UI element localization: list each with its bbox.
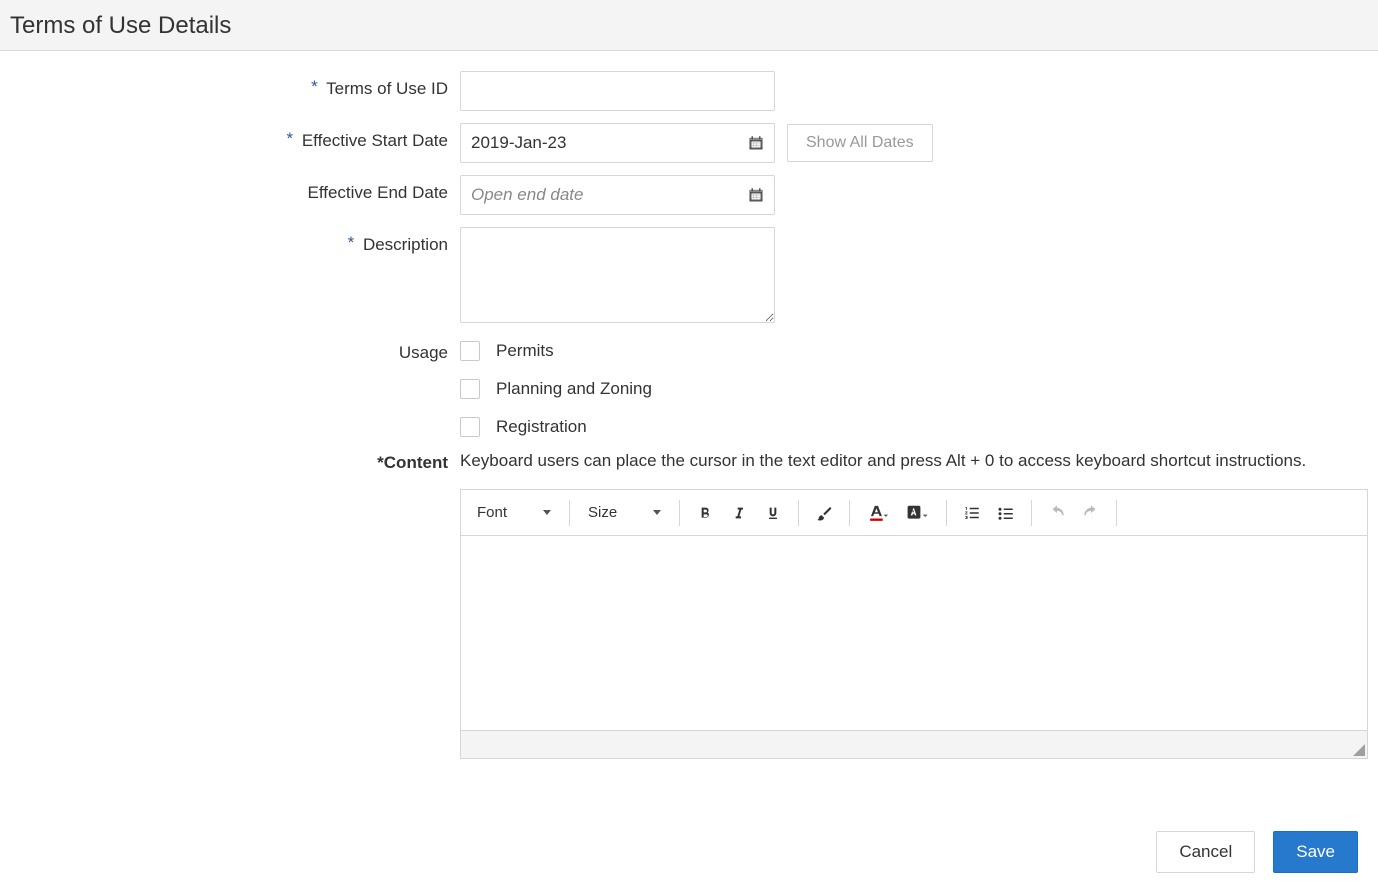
editor-toolbar: Font Size [461,490,1367,536]
checkbox-label: Registration [496,417,587,437]
numbered-list-button[interactable] [957,498,987,528]
row-effective-end-date: Effective End Date [0,175,1378,215]
toolbar-separator [679,500,680,526]
italic-button[interactable] [724,498,754,528]
redo-button[interactable] [1076,498,1106,528]
row-effective-start-date: * Effective Start Date [0,123,1378,163]
toolbar-separator [569,500,570,526]
paint-brush-button[interactable] [809,498,839,528]
resize-handle-icon[interactable] [1353,744,1365,756]
underline-button[interactable] [758,498,788,528]
effective-start-date-input[interactable] [461,124,738,162]
row-terms-of-use-id: * Terms of Use ID [0,71,1378,111]
bold-button[interactable] [690,498,720,528]
bulleted-list-button[interactable] [991,498,1021,528]
label-text: Content [384,453,448,472]
rich-text-editor: Font Size [460,489,1368,759]
required-marker: * [348,233,355,252]
description-textarea[interactable] [460,227,775,323]
text-color-button[interactable] [860,498,896,528]
checkbox-label: Planning and Zoning [496,379,652,399]
toolbar-separator [1031,500,1032,526]
chevron-down-icon [653,510,661,515]
required-marker: * [377,453,384,472]
size-dropdown-label: Size [588,504,617,521]
label-description: * Description [0,227,460,255]
row-usage: Usage Permits Planning and Zoning Regist… [0,335,1378,437]
label-content: *Content [0,451,460,473]
checkbox-label: Permits [496,341,554,361]
checkbox-planning-zoning[interactable] [460,379,480,399]
label-usage: Usage [0,335,460,363]
show-all-dates-button[interactable]: Show All Dates [787,124,933,162]
terms-of-use-id-input[interactable] [460,71,775,111]
font-dropdown[interactable]: Font [469,500,559,525]
required-marker: * [311,77,318,96]
effective-start-date-field[interactable] [460,123,775,163]
calendar-icon[interactable] [738,176,774,214]
usage-option-permits: Permits [460,341,652,361]
checkbox-permits[interactable] [460,341,480,361]
effective-end-date-input[interactable] [461,176,738,214]
content-keyboard-hint: Keyboard users can place the cursor in t… [460,451,1306,471]
effective-end-date-field[interactable] [460,175,775,215]
usage-checkbox-group: Permits Planning and Zoning Registration [460,335,652,437]
checkbox-registration[interactable] [460,417,480,437]
label-text: Usage [399,343,448,362]
label-text: Description [363,235,448,254]
undo-button[interactable] [1042,498,1072,528]
toolbar-separator [798,500,799,526]
background-color-button[interactable] [900,498,936,528]
toolbar-separator [1116,500,1117,526]
page-title: Terms of Use Details [10,12,1368,40]
toolbar-separator [946,500,947,526]
label-text: Terms of Use ID [326,79,448,98]
label-effective-start-date: * Effective Start Date [0,123,460,151]
toolbar-separator [849,500,850,526]
size-dropdown[interactable]: Size [580,500,669,525]
editor-footer [461,730,1367,758]
usage-option-planning-zoning: Planning and Zoning [460,379,652,399]
calendar-icon[interactable] [738,124,774,162]
save-button[interactable]: Save [1273,831,1358,873]
label-text: Effective Start Date [302,131,448,150]
editor-content-area[interactable] [461,536,1367,730]
footer-actions: Cancel Save [0,801,1368,883]
usage-option-registration: Registration [460,417,652,437]
chevron-down-icon [543,510,551,515]
page-header: Terms of Use Details [0,0,1378,51]
form: * Terms of Use ID * Effective Start Date [0,51,1378,801]
row-content: *Content Keyboard users can place the cu… [0,451,1378,759]
label-text: Effective End Date [308,183,449,202]
label-effective-end-date: Effective End Date [0,175,460,203]
font-dropdown-label: Font [477,504,507,521]
label-terms-of-use-id: * Terms of Use ID [0,71,460,99]
row-description: * Description [0,227,1378,323]
cancel-button[interactable]: Cancel [1156,831,1255,873]
required-marker: * [286,129,293,148]
